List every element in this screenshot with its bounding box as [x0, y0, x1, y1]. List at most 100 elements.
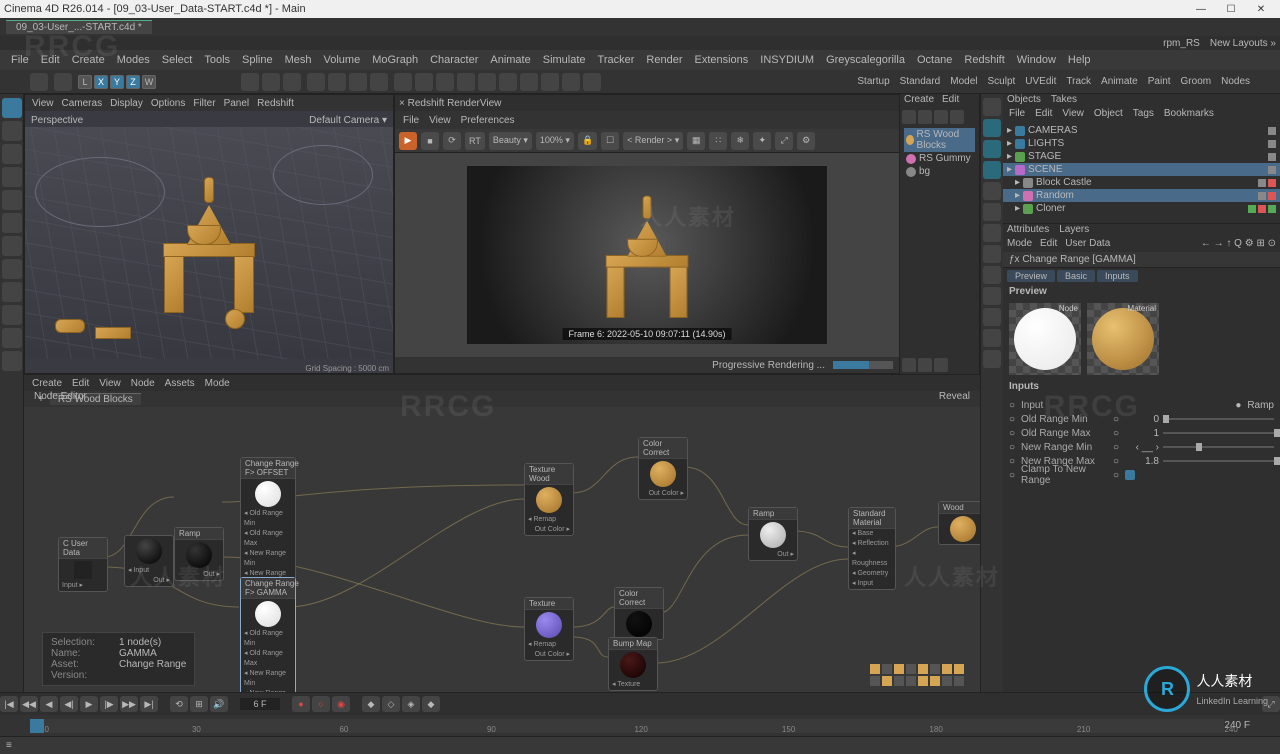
star-icon[interactable] — [983, 224, 1001, 242]
node-texture-wood[interactable]: Texture Wood ◂ RemapOut Color ▸ — [524, 463, 574, 536]
tree-cloner[interactable]: ▸Cloner — [1003, 202, 1280, 215]
tl-|◀[interactable]: |◀ — [0, 696, 18, 712]
material-rs-gummy[interactable]: RS Gummy — [904, 152, 975, 165]
aov-dropdown[interactable]: Beauty ▾ — [489, 132, 532, 150]
tl-▶▶[interactable]: ▶▶ — [120, 696, 138, 712]
node-wood[interactable]: Wood — [938, 501, 980, 545]
arrow-icon[interactable] — [918, 110, 932, 124]
item-track[interactable]: Track — [1066, 76, 1091, 87]
tl-◀|[interactable]: ◀| — [60, 696, 78, 712]
undo-icon[interactable] — [30, 73, 48, 91]
node-colorcorrect1[interactable]: Color Correct Out Color ▸ — [638, 437, 688, 500]
item-view[interactable]: View — [425, 115, 455, 126]
item-simulate[interactable]: Simulate — [538, 54, 591, 66]
settings-icon[interactable]: ⚙ — [797, 132, 815, 150]
tree-cameras[interactable]: ▸CAMERAS — [1003, 124, 1280, 137]
rt-button[interactable]: RT — [465, 132, 485, 150]
live-select-icon[interactable] — [2, 98, 22, 118]
axis-z[interactable]: Z — [126, 75, 140, 89]
item-panel[interactable]: Panel — [221, 98, 253, 109]
item-layers[interactable]: Layers — [1059, 224, 1089, 238]
item-create[interactable]: Create — [28, 378, 66, 389]
node-bump[interactable]: Bump Map ◂ Texture — [608, 637, 658, 691]
light-icon[interactable] — [520, 73, 538, 91]
item-file[interactable]: File — [1007, 108, 1027, 122]
edges-icon[interactable] — [2, 259, 22, 279]
spline-icon[interactable] — [415, 73, 433, 91]
item-filter[interactable]: Filter — [190, 98, 218, 109]
tl-◈[interactable]: ◈ — [402, 696, 420, 712]
effector-icon[interactable] — [983, 203, 1001, 221]
node-canvas[interactable]: C User Data Input ▸ ◂ InputOut ▸ Ramp Ou… — [24, 407, 980, 692]
item-objects[interactable]: Objects — [1007, 94, 1041, 108]
tl-⊞[interactable]: ⊞ — [190, 696, 208, 712]
item-mograph[interactable]: MoGraph — [367, 54, 423, 66]
node-offset[interactable]: Change Range F> OFFSET ◂ Old Range Min◂ … — [240, 457, 296, 590]
item-tags[interactable]: Tags — [1131, 108, 1156, 122]
view3-icon[interactable] — [934, 358, 948, 372]
deformer-icon[interactable] — [457, 73, 475, 91]
item-create[interactable]: Create — [900, 94, 938, 108]
axis-x[interactable]: X — [94, 75, 108, 89]
item-greyscalegorilla[interactable]: Greyscalegorilla — [821, 54, 910, 66]
tag-icon[interactable] — [983, 329, 1001, 347]
workplane-icon[interactable] — [328, 73, 346, 91]
grid-icon[interactable] — [349, 73, 367, 91]
scale-tool-icon[interactable] — [2, 190, 22, 210]
item-basic[interactable]: Basic — [1057, 270, 1095, 282]
list-icon[interactable] — [950, 110, 964, 124]
item-animate[interactable]: Animate — [1101, 76, 1138, 87]
points-icon[interactable] — [2, 236, 22, 256]
spline-icon[interactable] — [983, 140, 1001, 158]
item-rpm-rs[interactable]: rpm_RS — [1163, 38, 1200, 49]
item-select[interactable]: Select — [157, 54, 198, 66]
primitive-icon[interactable] — [983, 119, 1001, 137]
viewport-perspective[interactable]: ViewCamerasDisplayOptionsFilterPanelReds… — [24, 94, 394, 374]
view2-icon[interactable] — [918, 358, 932, 372]
param-old-range-min[interactable]: ○Old Range Min○0 — [1009, 412, 1274, 426]
renderview-tab[interactable]: × Redshift RenderView — [399, 98, 501, 109]
tl-🔊[interactable]: 🔊 — [210, 696, 228, 712]
item-help[interactable]: Help — [1063, 54, 1096, 66]
item-edit[interactable]: Edit — [36, 54, 65, 66]
cube-icon[interactable] — [394, 73, 412, 91]
item-view[interactable]: View — [95, 378, 125, 389]
item-attributes[interactable]: Attributes — [1007, 224, 1049, 238]
item-user-data[interactable]: User Data — [1065, 238, 1110, 252]
item-volume[interactable]: Volume — [319, 54, 366, 66]
knife-icon[interactable] — [2, 328, 22, 348]
redo-icon[interactable] — [54, 73, 72, 91]
clock-icon[interactable] — [983, 308, 1001, 326]
node-userdata[interactable]: C User Data Input ▸ — [58, 537, 108, 592]
region-icon[interactable]: ☐ — [601, 132, 619, 150]
node-texture-bump[interactable]: Texture ◂ RemapOut Color ▸ — [524, 597, 574, 661]
tree-random[interactable]: ▸Random — [1003, 189, 1280, 202]
lock-icon[interactable]: 🔒 — [578, 132, 597, 150]
axis-l[interactable]: L — [78, 75, 92, 89]
viewport-canvas[interactable] — [25, 127, 393, 359]
item-edit[interactable]: Edit — [68, 378, 93, 389]
light-icon[interactable] — [983, 287, 1001, 305]
maximize-icon[interactable]: ☐ — [1216, 0, 1246, 18]
item-startup[interactable]: Startup — [857, 76, 889, 87]
item-display[interactable]: Display — [107, 98, 146, 109]
text-icon[interactable] — [983, 161, 1001, 179]
tl-|▶[interactable]: |▶ — [100, 696, 118, 712]
item-spline[interactable]: Spline — [237, 54, 278, 66]
item-mesh[interactable]: Mesh — [280, 54, 317, 66]
item-uvedit[interactable]: UVEdit — [1025, 76, 1056, 87]
tl-◆[interactable]: ◆ — [422, 696, 440, 712]
gear-icon[interactable] — [983, 182, 1001, 200]
render-icon[interactable] — [583, 73, 601, 91]
item-paint[interactable]: Paint — [1148, 76, 1171, 87]
node-gamma[interactable]: Change Range F> GAMMA ◂ Old Range Min◂ O… — [240, 577, 296, 692]
param-old-range-max[interactable]: ○Old Range Max○1 — [1009, 426, 1274, 440]
tree-scene[interactable]: ▸SCENE — [1003, 163, 1280, 176]
timeline-playhead[interactable] — [30, 719, 44, 733]
placement-icon[interactable] — [2, 213, 22, 233]
tl-⟲[interactable]: ⟲ — [170, 696, 188, 712]
item-animate[interactable]: Animate — [485, 54, 535, 66]
item-mode[interactable]: Mode — [201, 378, 234, 389]
item-takes[interactable]: Takes — [1051, 94, 1077, 108]
tree-stage[interactable]: ▸STAGE — [1003, 150, 1280, 163]
